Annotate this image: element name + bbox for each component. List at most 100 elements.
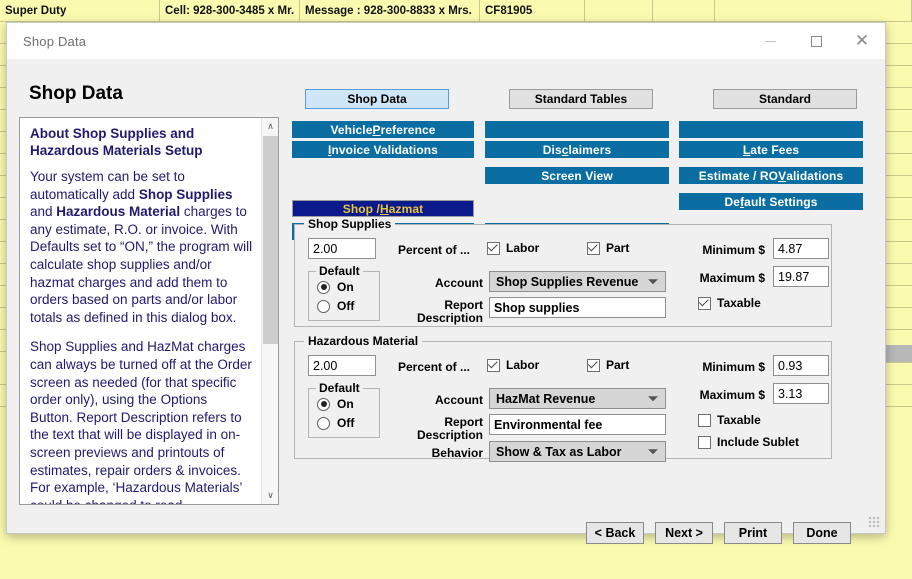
minimize-icon[interactable]	[747, 23, 793, 59]
shop-supplies-account-label: Account	[435, 276, 483, 290]
chevron-up-icon[interactable]: ∧	[262, 118, 278, 135]
nav-default-settings[interactable]: De f ault Settings	[679, 193, 863, 210]
hazmat-part-label: Part	[606, 358, 630, 372]
hazmat-account-select[interactable]: HazMat Revenue	[489, 388, 666, 409]
shop-supplies-legend: Shop Supplies	[304, 217, 396, 231]
shop-supplies-maximum-input[interactable]: 19.87	[773, 266, 829, 287]
radio-button	[317, 397, 330, 411]
checkbox-box	[587, 357, 600, 372]
radio-dot	[320, 401, 327, 407]
shop-supplies-group: Shop Supplies 2.00 Percent of ... Labor …	[294, 217, 832, 327]
shop-supplies-default-off-radio[interactable]: Off	[317, 299, 354, 313]
shop-supplies-minimum-input[interactable]: 4.87	[773, 238, 829, 259]
close-icon[interactable]: ✕	[839, 23, 885, 59]
checkbox-box	[698, 435, 711, 449]
nav-label-accel: P	[372, 122, 381, 137]
shop-supplies-maximum-label: Maximum $	[699, 271, 765, 285]
hazmat-part-checkbox[interactable]: Part	[587, 357, 630, 372]
hazmat-labor-label: Labor	[506, 358, 540, 372]
nav-label-pre: Shop /	[342, 201, 380, 216]
hazmat-report-description-input[interactable]: Environmental fee	[489, 414, 666, 435]
back-button[interactable]: < Back	[586, 522, 644, 544]
next-button[interactable]: Next >	[655, 522, 713, 544]
nav-label-post: azmat	[388, 201, 424, 216]
nav-label-accel: V	[778, 168, 787, 183]
nav-label-post: alidations	[786, 168, 844, 183]
shop-supplies-default-on-radio[interactable]: On	[317, 280, 354, 294]
radio-button	[317, 299, 330, 313]
resize-grip[interactable]	[868, 516, 881, 529]
shop-supplies-default-group: Default On Off	[308, 264, 380, 321]
chevron-down-icon[interactable]: ∨	[262, 487, 278, 504]
help-p1-bold-hazardous-material: Hazardous Material	[56, 204, 181, 220]
hazmat-percent-label: Percent of ...	[398, 360, 471, 374]
nav-invoice-validations[interactable]: Invoice Validations	[292, 141, 474, 158]
tab-standard-tables[interactable]: Standard Tables	[509, 89, 653, 109]
shop-supplies-account-select[interactable]: Shop Supplies Revenue	[489, 271, 666, 292]
help-panel: About Shop Supplies and Hazardous Materi…	[19, 117, 279, 505]
help-paragraph-2: Shop Supplies and HazMat charges can alw…	[30, 339, 252, 504]
nav-label-pre: Estimate / RO	[698, 168, 779, 183]
shop-supplies-report-description-label-1: Report	[444, 298, 483, 312]
hazmat-taxable-checkbox[interactable]: Taxable	[698, 413, 761, 427]
hazmat-report-description-label-1: Report	[444, 415, 483, 429]
maximize-icon[interactable]	[793, 23, 839, 59]
shop-supplies-percent-input[interactable]: 2.00	[308, 238, 376, 259]
hazmat-maximum-input[interactable]: 3.13	[773, 383, 829, 404]
nav-label-post: ate Fees	[750, 142, 800, 157]
checkbox-box	[487, 357, 500, 372]
shop-supplies-report-description-input[interactable]: Shop supplies	[489, 297, 666, 318]
nav-late-fees[interactable]: Late Fees	[679, 141, 863, 158]
shop-supplies-taxable-checkbox[interactable]: Taxable	[698, 295, 761, 310]
spreadsheet-cell	[585, 0, 653, 21]
hazmat-behavior-select[interactable]: Show & Tax as Labor	[489, 441, 666, 462]
nav-column3-blank[interactable]	[679, 121, 863, 138]
checkbox-box	[698, 413, 711, 427]
nav-shop-hazmat[interactable]: Shop / Hazmat	[292, 200, 474, 217]
shop-supplies-minimum-label: Minimum $	[702, 243, 765, 257]
checkbox-box	[698, 295, 711, 310]
hazmat-percent-input[interactable]: 2.00	[308, 355, 376, 376]
nav-estimate-ro-validations[interactable]: Estimate / RO Validations	[679, 167, 863, 184]
tab-shop-data[interactable]: Shop Data	[305, 89, 449, 109]
hazmat-account-label: Account	[435, 393, 483, 407]
spreadsheet-cell	[715, 0, 912, 21]
shop-supplies-part-checkbox[interactable]: Part	[587, 240, 629, 255]
tab-standard[interactable]: Standard	[713, 89, 857, 109]
nav-label-accel: c	[561, 142, 569, 157]
dialog-titlebar[interactable]: Shop Data ✕	[7, 23, 885, 59]
scrollbar-thumb[interactable]	[263, 136, 278, 344]
hazmat-taxable-label: Taxable	[717, 413, 761, 427]
print-button[interactable]: Print	[724, 522, 782, 544]
hazmat-default-on-radio[interactable]: On	[317, 397, 354, 411]
shop-data-dialog: Shop Data ✕ Shop Data About Shop Supplie…	[6, 22, 886, 544]
shop-supplies-percent-label: Percent of ...	[398, 243, 471, 257]
nav-screen-view[interactable]: Screen View	[485, 167, 669, 184]
checkbox-box	[487, 240, 500, 255]
help-scrollbar[interactable]: ∧ ∨	[261, 118, 278, 504]
spreadsheet-row: Super Duty Cell: 928-300-3485 x Mr. Mess…	[0, 0, 912, 22]
shop-supplies-labor-label: Labor	[506, 241, 540, 255]
hazmat-account-value: HazMat Revenue	[496, 391, 596, 406]
help-heading: About Shop Supplies and Hazardous Materi…	[30, 126, 203, 158]
hazmat-minimum-input[interactable]: 0.93	[773, 355, 829, 376]
hazmat-labor-checkbox[interactable]: Labor	[487, 357, 540, 372]
spreadsheet-cell: Cell: 928-300-3485 x Mr.	[160, 0, 300, 21]
nav-label-pre: De	[724, 194, 741, 209]
nav-label-pre: Screen View	[541, 168, 613, 183]
nav-label-accel: H	[379, 201, 389, 216]
nav-vehicle-preference[interactable]: Vehicle Preference	[292, 121, 474, 138]
hazmat-default-off-radio[interactable]: Off	[317, 416, 354, 430]
done-button[interactable]: Done	[793, 522, 851, 544]
help-p1-part-e: charges to any estimate, R.O. or invoice…	[30, 204, 253, 325]
shop-supplies-labor-checkbox[interactable]: Labor	[487, 240, 540, 255]
hazmat-minimum-label: Minimum $	[702, 360, 765, 374]
chevron-down-icon	[648, 448, 658, 454]
hazardous-material-group: Hazardous Material 2.00 Percent of ... L…	[294, 334, 832, 462]
radio-button	[317, 416, 330, 430]
hazmat-include-sublet-checkbox[interactable]: Include Sublet	[698, 435, 799, 449]
nav-column2-blank[interactable]	[485, 121, 669, 138]
nav-disclaimers[interactable]: Dis c laimers	[485, 141, 669, 158]
dialog-title: Shop Data	[23, 33, 87, 49]
radio-button	[317, 280, 330, 294]
